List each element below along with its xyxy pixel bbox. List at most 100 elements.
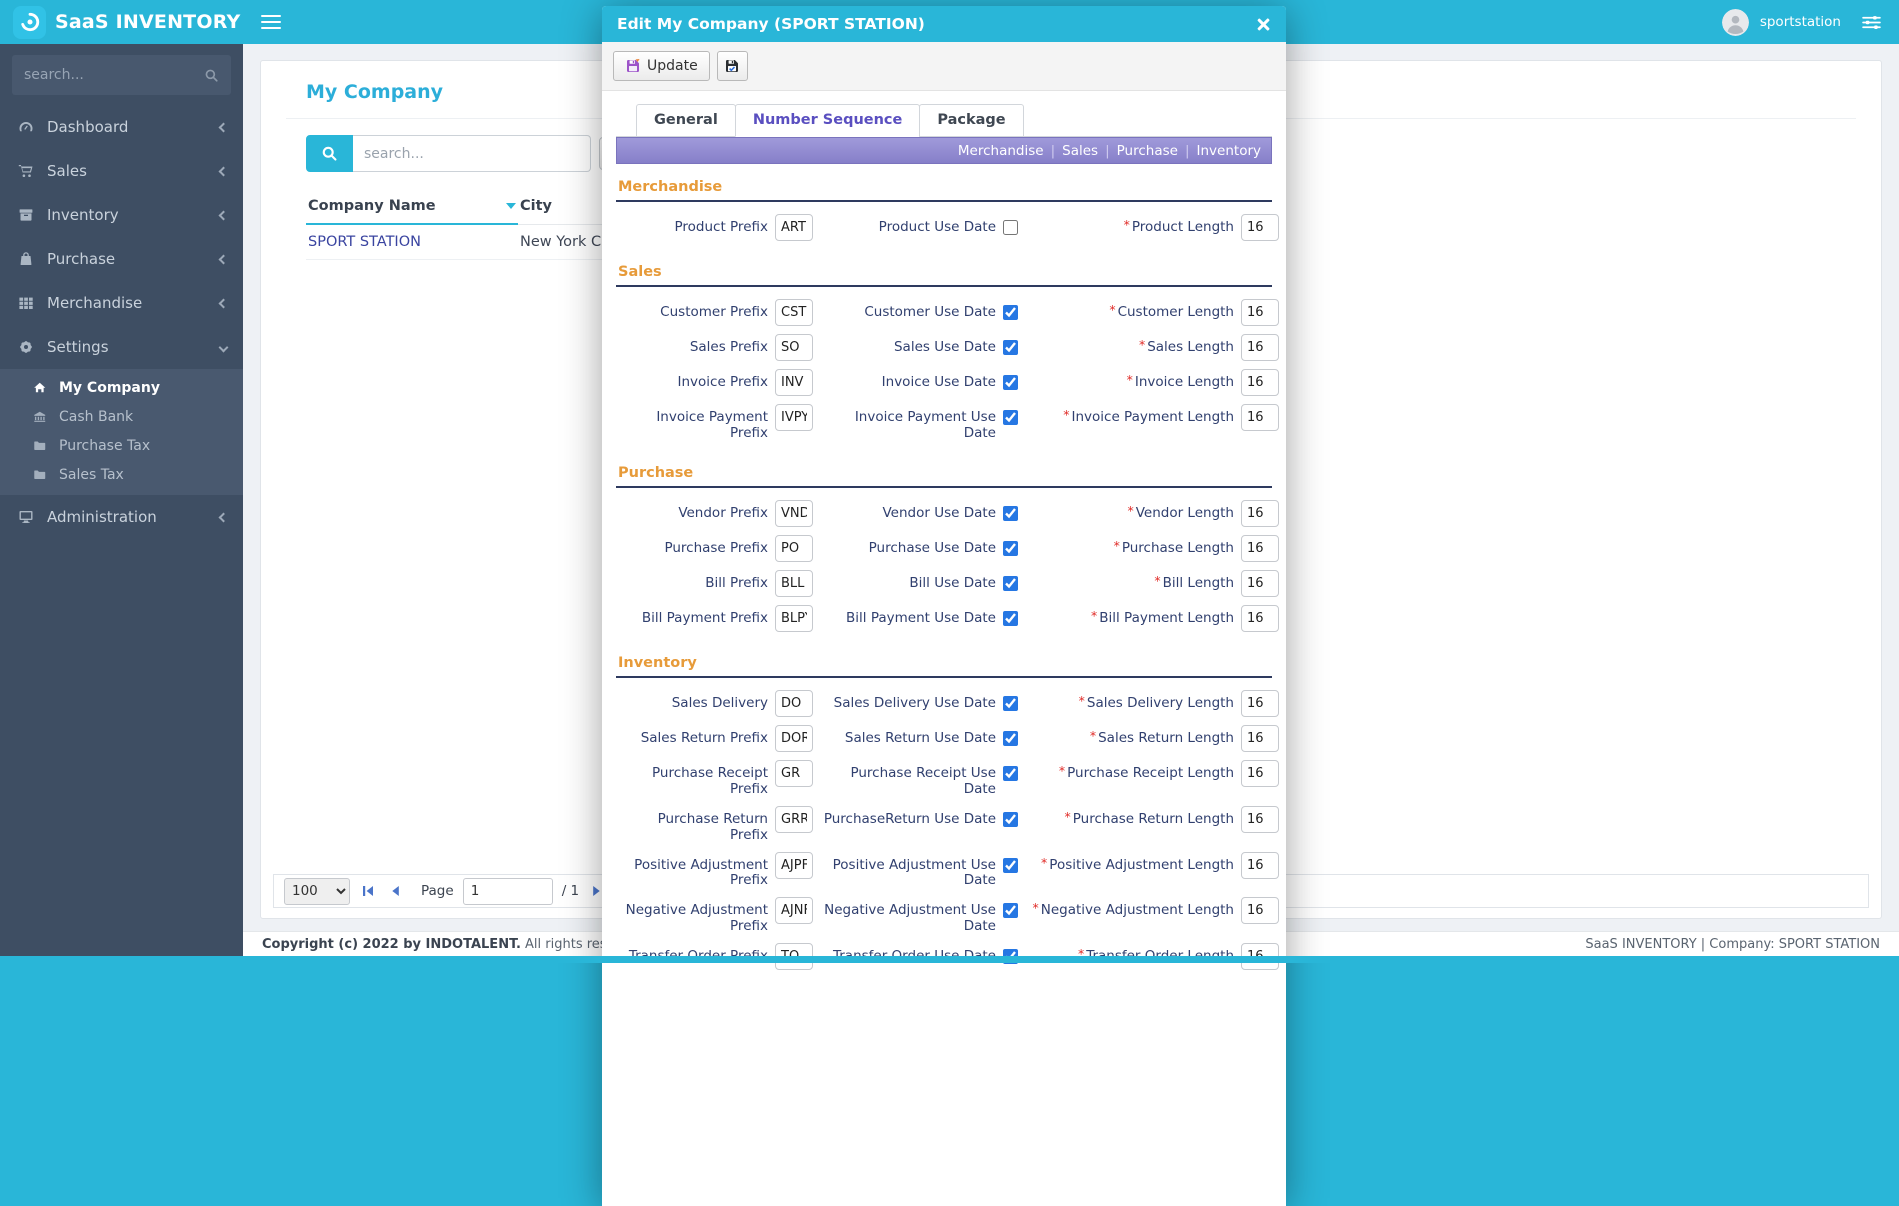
input-positive-adjustment-length[interactable] <box>1241 852 1279 879</box>
input-purchase-return-length[interactable] <box>1241 806 1279 833</box>
input-bill-length[interactable] <box>1241 570 1279 597</box>
quicknav-sales[interactable]: Sales <box>1062 143 1098 159</box>
quicknav-purchase[interactable]: Purchase <box>1117 143 1178 159</box>
checkbox-sales-return-use-date[interactable] <box>1003 731 1018 746</box>
form-row-sales-delivery: Sales Delivery Sales Delivery Use Date *… <box>616 690 1272 717</box>
input-invoice-prefix[interactable] <box>775 369 813 396</box>
checkbox-invoice-use-date[interactable] <box>1003 375 1018 390</box>
input-bill-payment-prefix[interactable] <box>775 605 813 632</box>
checkbox-negative-adjustment-use-date[interactable] <box>1003 903 1018 918</box>
form-row-invoice-payment-prefix: Invoice Payment Prefix Invoice Payment U… <box>616 404 1272 442</box>
modal-header: Edit My Company (SPORT STATION) <box>602 6 1286 42</box>
column-header-company-name[interactable]: Company Name <box>306 190 518 224</box>
input-negative-adjustment-length[interactable] <box>1241 897 1279 924</box>
section-purchase: Purchase Vendor Prefix Vendor Use Date *… <box>616 450 1272 632</box>
input-customer-prefix[interactable] <box>775 299 813 326</box>
input-product-prefix[interactable] <box>775 214 813 241</box>
checkbox-product-use-date[interactable] <box>1003 220 1018 235</box>
input-bill-prefix[interactable] <box>775 570 813 597</box>
input-sales-delivery[interactable] <box>775 690 813 717</box>
sidebar-search-input[interactable] <box>24 67 204 83</box>
checkbox-invoice-payment-use-date[interactable] <box>1003 410 1018 425</box>
input-customer-length[interactable] <box>1241 299 1279 326</box>
label-negative-adjustment-length: *Negative Adjustment Length <box>1028 897 1234 919</box>
sidebar-subitem-purchase-tax[interactable]: Purchase Tax <box>0 431 243 460</box>
input-vendor-length[interactable] <box>1241 500 1279 527</box>
section-title-sales: Sales <box>616 249 1272 287</box>
input-bill-payment-length[interactable] <box>1241 605 1279 632</box>
input-purchase-receipt-prefix[interactable] <box>775 760 813 787</box>
required-asterisk: * <box>1127 503 1133 518</box>
label-sales-delivery-length: *Sales Delivery Length <box>1028 690 1234 712</box>
input-sales-delivery-length[interactable] <box>1241 690 1279 717</box>
input-purchase-return-prefix[interactable] <box>775 806 813 833</box>
update-button[interactable]: Update <box>613 51 710 81</box>
checkbox-sales-use-date[interactable] <box>1003 340 1018 355</box>
checkbox-sales-delivery-use-date[interactable] <box>1003 696 1018 711</box>
section-title-merchandise: Merchandise <box>616 164 1272 202</box>
sidebar-subitem-my-company[interactable]: My Company <box>0 373 243 402</box>
required-asterisk: * <box>1109 302 1115 317</box>
input-invoice-length[interactable] <box>1241 369 1279 396</box>
checkbox-positive-adjustment-use-date[interactable] <box>1003 858 1018 873</box>
sidebar-item-merchandise[interactable]: Merchandise <box>0 281 243 325</box>
input-purchase-receipt-length[interactable] <box>1241 760 1279 787</box>
input-invoice-payment-length[interactable] <box>1241 404 1279 431</box>
input-vendor-prefix[interactable] <box>775 500 813 527</box>
quicknav-inventory[interactable]: Inventory <box>1197 143 1261 159</box>
save-button[interactable] <box>717 51 748 81</box>
input-product-length[interactable] <box>1241 214 1279 241</box>
checkbox-bill-use-date[interactable] <box>1003 576 1018 591</box>
input-invoice-payment-prefix[interactable] <box>775 404 813 431</box>
input-positive-adjustment-prefix[interactable] <box>775 852 813 879</box>
checkbox-customer-use-date[interactable] <box>1003 305 1018 320</box>
table-search-button[interactable] <box>306 135 353 172</box>
input-sales-return-length[interactable] <box>1241 725 1279 752</box>
input-purchase-prefix[interactable] <box>775 535 813 562</box>
sidebar-item-administration[interactable]: Administration <box>0 495 243 539</box>
user-avatar[interactable] <box>1722 9 1749 36</box>
label-bill-use-date: Bill Use Date <box>820 570 996 592</box>
sidebar-subitem-sales-tax[interactable]: Sales Tax <box>0 460 243 489</box>
checkbox-purchase-receipt-use-date[interactable] <box>1003 766 1018 781</box>
sidebar-subitem-cash-bank[interactable]: Cash Bank <box>0 402 243 431</box>
bottom-scroll-strip[interactable] <box>0 956 1899 963</box>
label-vendor-use-date: Vendor Use Date <box>820 500 996 522</box>
form-row-vendor-prefix: Vendor Prefix Vendor Use Date *Vendor Le… <box>616 500 1272 527</box>
page-number-input[interactable] <box>463 878 553 905</box>
search-icon[interactable] <box>204 68 219 83</box>
input-sales-return-prefix[interactable] <box>775 725 813 752</box>
checkbox-vendor-use-date[interactable] <box>1003 506 1018 521</box>
settings-sliders-icon[interactable] <box>1862 15 1881 30</box>
checkbox-purchase-use-date[interactable] <box>1003 541 1018 556</box>
page-size-select[interactable]: 100 <box>284 878 350 905</box>
table-search-input[interactable] <box>353 135 591 172</box>
input-sales-prefix[interactable] <box>775 334 813 361</box>
input-negative-adjustment-prefix[interactable] <box>775 897 813 924</box>
sidebar-item-purchase[interactable]: Purchase <box>0 237 243 281</box>
username[interactable]: sportstation <box>1760 14 1841 30</box>
input-sales-length[interactable] <box>1241 334 1279 361</box>
sidebar-item-inventory[interactable]: Inventory <box>0 193 243 237</box>
checkbox-bill-payment-use-date[interactable] <box>1003 611 1018 626</box>
label-invoice-payment-use-date: Invoice Payment Use Date <box>820 404 996 442</box>
quicknav-merchandise[interactable]: Merchandise <box>958 143 1044 159</box>
input-purchase-length[interactable] <box>1241 535 1279 562</box>
company-name-link[interactable]: SPORT STATION <box>306 224 518 260</box>
tab-number-sequence[interactable]: Number Sequence <box>735 104 921 137</box>
brand[interactable]: SaaS INVENTORY <box>0 0 243 44</box>
sidebar-toggle-hamburger-icon[interactable] <box>261 11 281 33</box>
sidebar-item-sales[interactable]: Sales <box>0 149 243 193</box>
tab-general[interactable]: General <box>636 104 736 137</box>
close-icon[interactable] <box>1256 17 1271 32</box>
sidebar-item-dashboard[interactable]: Dashboard <box>0 105 243 149</box>
label-sales-return-prefix: Sales Return Prefix <box>616 725 768 747</box>
required-asterisk: * <box>1124 217 1130 232</box>
tab-package[interactable]: Package <box>919 104 1023 137</box>
previous-page-button[interactable] <box>386 884 404 898</box>
form-row-sales-return-prefix: Sales Return Prefix Sales Return Use Dat… <box>616 725 1272 752</box>
section-inventory: Inventory Sales Delivery Sales Delivery … <box>616 640 1272 970</box>
first-page-button[interactable] <box>359 884 377 898</box>
checkbox-purchasereturn-use-date[interactable] <box>1003 812 1018 827</box>
sidebar-item-settings[interactable]: Settings <box>0 325 243 369</box>
